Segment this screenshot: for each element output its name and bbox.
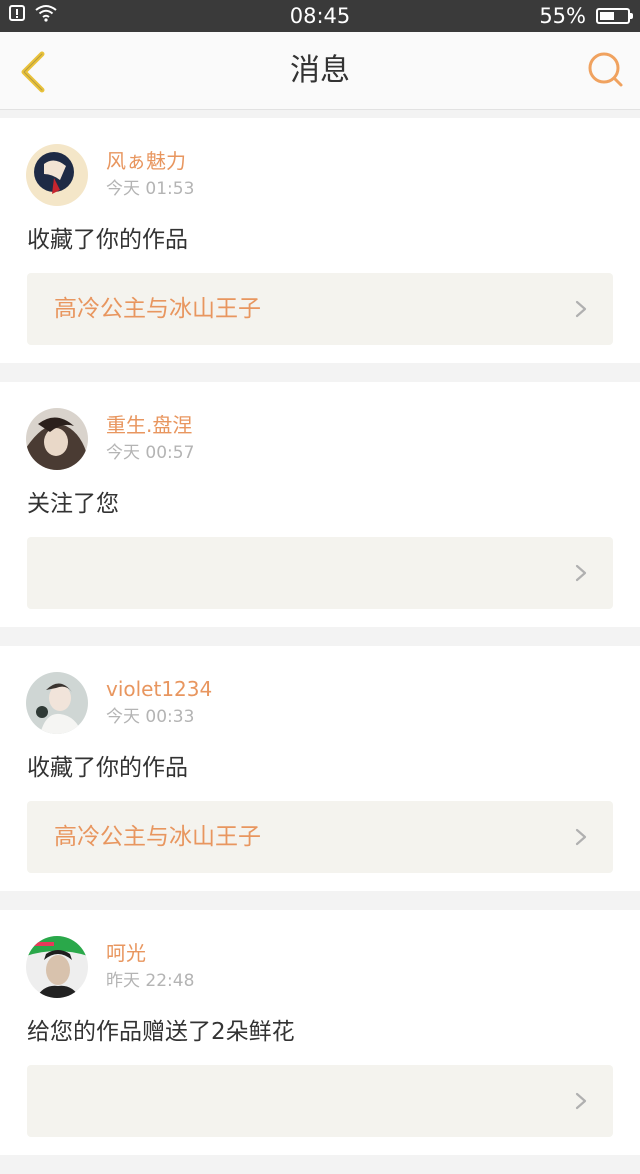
work-link[interactable]: 高冷公主与冰山王子 <box>27 801 613 873</box>
chevron-right-icon <box>575 1092 587 1110</box>
work-link[interactable] <box>27 1065 613 1137</box>
message-action: 给您的作品赠送了2朵鲜花 <box>27 1019 295 1045</box>
message-time: 今天 00:33 <box>106 707 195 727</box>
avatar[interactable] <box>26 672 88 734</box>
battery-icon <box>596 8 633 24</box>
search-icon <box>588 52 623 87</box>
chevron-right-icon <box>575 828 587 846</box>
page-title: 消息 <box>290 53 350 88</box>
avatar[interactable] <box>26 144 88 206</box>
message-action: 关注了您 <box>27 491 119 517</box>
nav-bar: 消息 <box>0 32 640 110</box>
message-time: 今天 01:53 <box>106 179 195 199</box>
chevron-right-icon <box>575 564 587 582</box>
work-title: 高冷公主与冰山王子 <box>54 296 261 322</box>
username[interactable]: 呵光 <box>106 940 146 966</box>
message-action: 收藏了你的作品 <box>27 755 188 781</box>
status-bar: 08:45 55% <box>0 0 640 32</box>
message-action: 收藏了你的作品 <box>27 227 188 253</box>
message-item: 呵光 昨天 22:48 给您的作品赠送了2朵鲜花 <box>0 910 640 1155</box>
battery-percentage: 55% <box>539 4 586 28</box>
message-time: 昨天 22:48 <box>106 971 195 991</box>
message-item: 风ぁ魅力 今天 01:53 收藏了你的作品 高冷公主与冰山王子 <box>0 118 640 363</box>
work-title: 高冷公主与冰山王子 <box>54 824 261 850</box>
username[interactable]: 重生.盘涅 <box>106 412 192 438</box>
message-item: violet1234 今天 00:33 收藏了你的作品 高冷公主与冰山王子 <box>0 646 640 891</box>
search-button[interactable] <box>586 50 626 90</box>
chevron-right-icon <box>575 300 587 318</box>
avatar[interactable] <box>26 408 88 470</box>
work-link[interactable] <box>27 537 613 609</box>
work-link[interactable]: 高冷公主与冰山王子 <box>27 273 613 345</box>
message-item: 重生.盘涅 今天 00:57 关注了您 <box>0 382 640 627</box>
username[interactable]: violet1234 <box>106 676 212 702</box>
username[interactable]: 风ぁ魅力 <box>106 148 186 174</box>
message-list: 风ぁ魅力 今天 01:53 收藏了你的作品 高冷公主与冰山王子 重生.盘涅 今天… <box>0 118 640 1174</box>
avatar[interactable] <box>26 936 88 998</box>
message-time: 今天 00:57 <box>106 443 195 463</box>
